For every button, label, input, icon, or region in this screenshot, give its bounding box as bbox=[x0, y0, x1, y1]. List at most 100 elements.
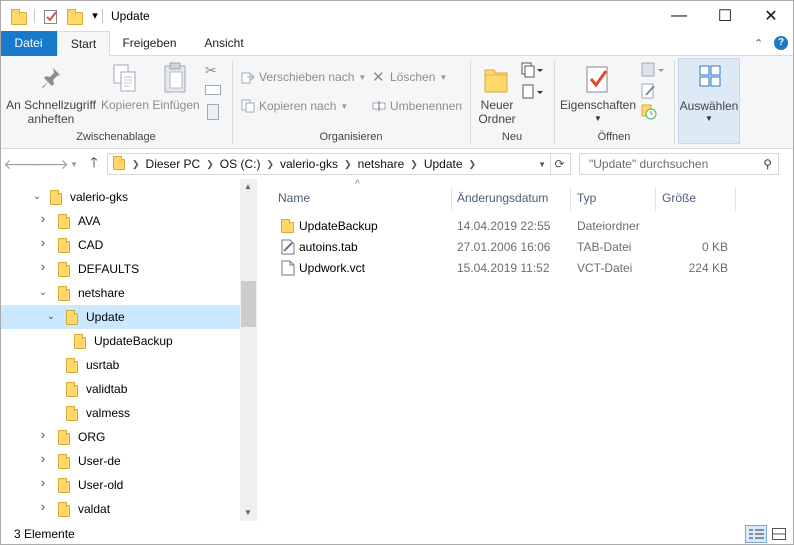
tree-item-org[interactable]: › ORG bbox=[0, 425, 240, 449]
chevron-right-icon[interactable]: › bbox=[38, 235, 48, 249]
easy-access-icon bbox=[522, 84, 543, 99]
file-row[interactable]: UpdateBackup 14.04.2019 22:55 Dateiordner bbox=[275, 216, 745, 237]
help-icon[interactable]: ? bbox=[774, 36, 788, 50]
scroll-down-icon[interactable]: ▼ bbox=[244, 508, 252, 517]
tree-item-valmess[interactable]: valmess bbox=[0, 401, 240, 425]
column-header-date[interactable]: Änderungsdatum bbox=[457, 187, 569, 213]
rename-button[interactable]: Umbenennen bbox=[372, 97, 462, 115]
cut-icon[interactable]: ✂ bbox=[205, 62, 221, 78]
details-view-button[interactable] bbox=[745, 525, 767, 543]
breadcrumb-this-pc[interactable]: Dieser PC bbox=[143, 157, 204, 171]
chevron-right-icon[interactable]: › bbox=[38, 451, 48, 465]
chevron-right-icon[interactable]: › bbox=[38, 475, 48, 489]
tree-item-validtab[interactable]: validtab bbox=[0, 377, 240, 401]
breadcrumb-update[interactable]: Update bbox=[421, 157, 466, 171]
file-row[interactable]: Updwork.vct 15.04.2019 11:52 VCT-Datei 224 … bbox=[275, 258, 745, 279]
copy-to-icon bbox=[241, 99, 255, 113]
scroll-up-icon[interactable]: ▲ bbox=[244, 182, 252, 191]
tab-share[interactable]: Freigeben bbox=[112, 31, 187, 56]
chevron-right-icon[interactable]: ❯ bbox=[341, 159, 355, 170]
address-bar[interactable]: ❯ Dieser PC ❯ OS (C:) ❯ valerio-gks ❯ ne… bbox=[107, 153, 571, 175]
paste-button[interactable]: Einfügen bbox=[151, 58, 201, 126]
address-row: 🡐 🡒 ▼ 🡑 ❯ Dieser PC ❯ OS (C:) ❯ valerio-… bbox=[0, 149, 794, 179]
up-button[interactable]: 🡑 bbox=[84, 154, 104, 174]
history-icon[interactable] bbox=[641, 104, 657, 120]
move-to-button[interactable]: Verschieben nach ▼ bbox=[241, 68, 366, 86]
address-history-dropdown[interactable]: ▼ bbox=[538, 160, 546, 169]
select-button[interactable]: Auswählen ▼ bbox=[678, 58, 740, 144]
new-item-icon bbox=[521, 62, 543, 78]
tree-item-update[interactable]: ⌄ Update bbox=[0, 305, 240, 329]
forward-button[interactable]: 🡒 bbox=[31, 154, 69, 174]
new-folder-button[interactable]: Neuer Ordner bbox=[474, 58, 520, 126]
tree-item-user-old[interactable]: › User-old bbox=[0, 473, 240, 497]
properties-button[interactable]: Eigenschaften ▼ bbox=[558, 58, 638, 126]
chevron-down-icon[interactable]: ⌄ bbox=[46, 312, 56, 322]
pin-to-quick-access-button[interactable]: An Schnellzugriff anheften bbox=[5, 58, 97, 126]
tree-item-netshare[interactable]: ⌄ netshare bbox=[0, 281, 240, 305]
copy-to-button[interactable]: Kopieren nach ▼ bbox=[241, 97, 348, 115]
copy-button[interactable]: Kopieren bbox=[100, 58, 150, 126]
large-icons-view-button[interactable] bbox=[769, 525, 789, 543]
tree-item-label: UpdateBackup bbox=[94, 334, 173, 348]
qat-dropdown-icon[interactable]: ▾ bbox=[87, 9, 103, 25]
collapse-ribbon-icon[interactable]: ⌃ bbox=[754, 37, 763, 50]
new-folder-quick-access-icon[interactable] bbox=[67, 9, 83, 25]
chevron-right-icon[interactable]: › bbox=[38, 499, 48, 513]
chevron-right-icon[interactable]: ❯ bbox=[466, 159, 480, 170]
breadcrumb-netshare[interactable]: netshare bbox=[355, 157, 408, 171]
chevron-right-icon[interactable]: › bbox=[38, 259, 48, 273]
breadcrumb-drive[interactable]: OS (C:) bbox=[217, 157, 264, 171]
close-button[interactable]: ✕ bbox=[748, 1, 794, 31]
tree-item-valerio-gks[interactable]: ⌄ valerio-gks bbox=[0, 185, 240, 209]
back-button[interactable]: 🡐 bbox=[3, 154, 41, 174]
tree-item-updatebackup[interactable]: UpdateBackup bbox=[0, 329, 240, 353]
nav-scrollbar[interactable]: ▲ ▼ bbox=[240, 179, 257, 521]
paste-icon bbox=[164, 62, 186, 93]
paste-shortcut-icon[interactable] bbox=[207, 104, 219, 120]
column-header-name[interactable]: Name bbox=[278, 187, 450, 213]
chevron-right-icon[interactable]: ❯ bbox=[263, 159, 277, 170]
tab-start[interactable]: Start bbox=[57, 31, 110, 57]
tab-view[interactable]: Ansicht bbox=[190, 31, 258, 56]
tree-item-user-de[interactable]: › User-de bbox=[0, 449, 240, 473]
tree-item-usrtab[interactable]: usrtab bbox=[0, 353, 240, 377]
minimize-button[interactable]: — bbox=[656, 1, 702, 31]
refresh-icon[interactable]: ⟳ bbox=[550, 154, 568, 174]
tree-item-valdat[interactable]: › valdat bbox=[0, 497, 240, 521]
delete-button[interactable]: ✕ Löschen ▼ bbox=[372, 68, 447, 86]
chevron-down-icon: ▼ bbox=[358, 72, 367, 82]
properties-quick-access-icon[interactable] bbox=[43, 8, 59, 24]
window-title: Update bbox=[111, 9, 150, 23]
easy-access-button[interactable] bbox=[521, 84, 543, 100]
tree-item-defaults[interactable]: › DEFAULTS bbox=[0, 257, 240, 281]
folder-icon bbox=[58, 238, 70, 253]
search-icon[interactable]: ⚲ bbox=[763, 157, 772, 171]
column-header-type[interactable]: Typ bbox=[577, 187, 655, 213]
chevron-right-icon[interactable]: ❯ bbox=[129, 159, 143, 170]
breadcrumb-valerio-gks[interactable]: valerio-gks bbox=[277, 157, 341, 171]
chevron-down-icon[interactable]: ⌄ bbox=[38, 288, 48, 298]
pin-label-2: anheften bbox=[27, 112, 75, 126]
recent-locations-dropdown[interactable]: ▼ bbox=[64, 154, 84, 174]
column-header-size[interactable]: Größe bbox=[662, 187, 736, 213]
open-button[interactable] bbox=[641, 62, 665, 78]
chevron-right-icon[interactable]: › bbox=[38, 211, 48, 225]
file-row[interactable]: autoins.tab 27.01.2006 16:06 TAB-Datei 0 KB bbox=[275, 237, 745, 258]
chevron-right-icon[interactable]: ❯ bbox=[203, 159, 217, 170]
nav-scrollbar-thumb[interactable] bbox=[241, 281, 256, 327]
chevron-right-icon[interactable]: ❯ bbox=[407, 159, 421, 170]
new-item-button[interactable] bbox=[521, 62, 543, 78]
maximize-button[interactable]: ☐ bbox=[702, 1, 748, 31]
folder-icon bbox=[58, 286, 70, 301]
tree-item-label: valdat bbox=[78, 502, 111, 516]
search-input[interactable]: "Update" durchsuchen ⚲ bbox=[579, 153, 779, 175]
tree-item-cad[interactable]: › CAD bbox=[0, 233, 240, 257]
tab-file[interactable]: Datei bbox=[0, 31, 57, 56]
copy-path-icon[interactable] bbox=[205, 85, 221, 95]
divider bbox=[655, 187, 656, 211]
chevron-right-icon[interactable]: › bbox=[38, 427, 48, 441]
edit-icon[interactable] bbox=[641, 83, 657, 99]
chevron-down-icon[interactable]: ⌄ bbox=[32, 192, 42, 202]
tree-item-ava[interactable]: › AVA bbox=[0, 209, 240, 233]
